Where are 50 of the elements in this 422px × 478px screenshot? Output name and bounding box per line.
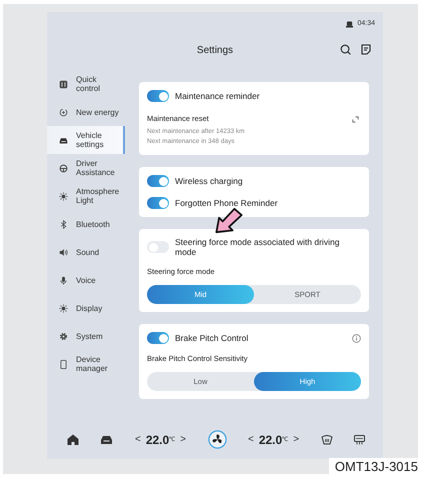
sidebar-item[interactable]: Voice bbox=[47, 266, 125, 294]
sidebar-item[interactable]: Sound bbox=[47, 238, 125, 266]
reset-icon[interactable] bbox=[352, 116, 359, 123]
setting-label: Steering force mode associated with driving mode bbox=[175, 237, 340, 257]
brightness-icon bbox=[59, 304, 68, 312]
steering-wheel-icon bbox=[59, 164, 68, 172]
notes-icon[interactable] bbox=[361, 44, 371, 55]
toggle-switch[interactable] bbox=[147, 332, 169, 344]
sidebar-item[interactable]: Bluetooth bbox=[47, 210, 125, 238]
toggle-switch[interactable] bbox=[147, 175, 169, 187]
setting-label: Maintenance reminder bbox=[175, 91, 261, 101]
toggle-switch[interactable] bbox=[147, 197, 169, 209]
sidebar-item[interactable]: Driver Assistance bbox=[47, 154, 125, 182]
info-icon[interactable] bbox=[352, 334, 361, 342]
page-title: Settings bbox=[196, 44, 234, 58]
car-icon[interactable] bbox=[100, 434, 114, 444]
sidebar-item[interactable]: Atmosphere Light bbox=[47, 182, 125, 210]
fan-icon[interactable] bbox=[208, 430, 226, 449]
search-icon[interactable] bbox=[340, 44, 351, 55]
front-defrost-icon[interactable] bbox=[320, 434, 333, 444]
decrease-button[interactable]: < bbox=[134, 432, 141, 447]
figure-code: OMT13J-3015 bbox=[328, 458, 418, 476]
sidebar-item[interactable]: Vehicle settings bbox=[47, 126, 125, 154]
sidebar-item[interactable]: Device manager bbox=[47, 350, 125, 378]
temperature-value: 22.0$^{℃}$ bbox=[146, 432, 176, 448]
setting-label: Wireless charging bbox=[175, 176, 244, 186]
gear-icon bbox=[59, 332, 68, 340]
increase-button[interactable]: > bbox=[293, 432, 300, 447]
profile-icon bbox=[346, 20, 354, 28]
plug-circle-icon bbox=[59, 108, 68, 116]
bluetooth-icon bbox=[59, 220, 68, 228]
decrease-button[interactable]: < bbox=[248, 432, 254, 447]
sliders-icon bbox=[59, 80, 68, 88]
sidebar-item[interactable]: Display bbox=[47, 294, 125, 322]
sidebar-item[interactable]: New energy bbox=[47, 98, 125, 126]
temperature-value: 22.0$^{℃}$ bbox=[258, 432, 288, 448]
speaker-icon bbox=[59, 248, 68, 256]
sidebar-item[interactable]: Quick control bbox=[47, 70, 125, 98]
pointer-arrow-icon bbox=[214, 207, 244, 234]
car-icon bbox=[59, 136, 68, 144]
microphone-icon bbox=[59, 276, 68, 284]
sidebar-item[interactable]: System bbox=[47, 322, 125, 350]
setting-label: Brake Pitch Control bbox=[175, 333, 250, 343]
sun-icon bbox=[59, 192, 68, 200]
rear-defrost-icon[interactable] bbox=[354, 434, 365, 444]
setting-label: Forgotten Phone Reminder bbox=[175, 198, 279, 208]
home-icon[interactable] bbox=[67, 434, 79, 445]
increase-button[interactable]: > bbox=[180, 432, 186, 447]
phone-icon bbox=[59, 360, 68, 368]
toggle-switch[interactable] bbox=[147, 90, 169, 102]
